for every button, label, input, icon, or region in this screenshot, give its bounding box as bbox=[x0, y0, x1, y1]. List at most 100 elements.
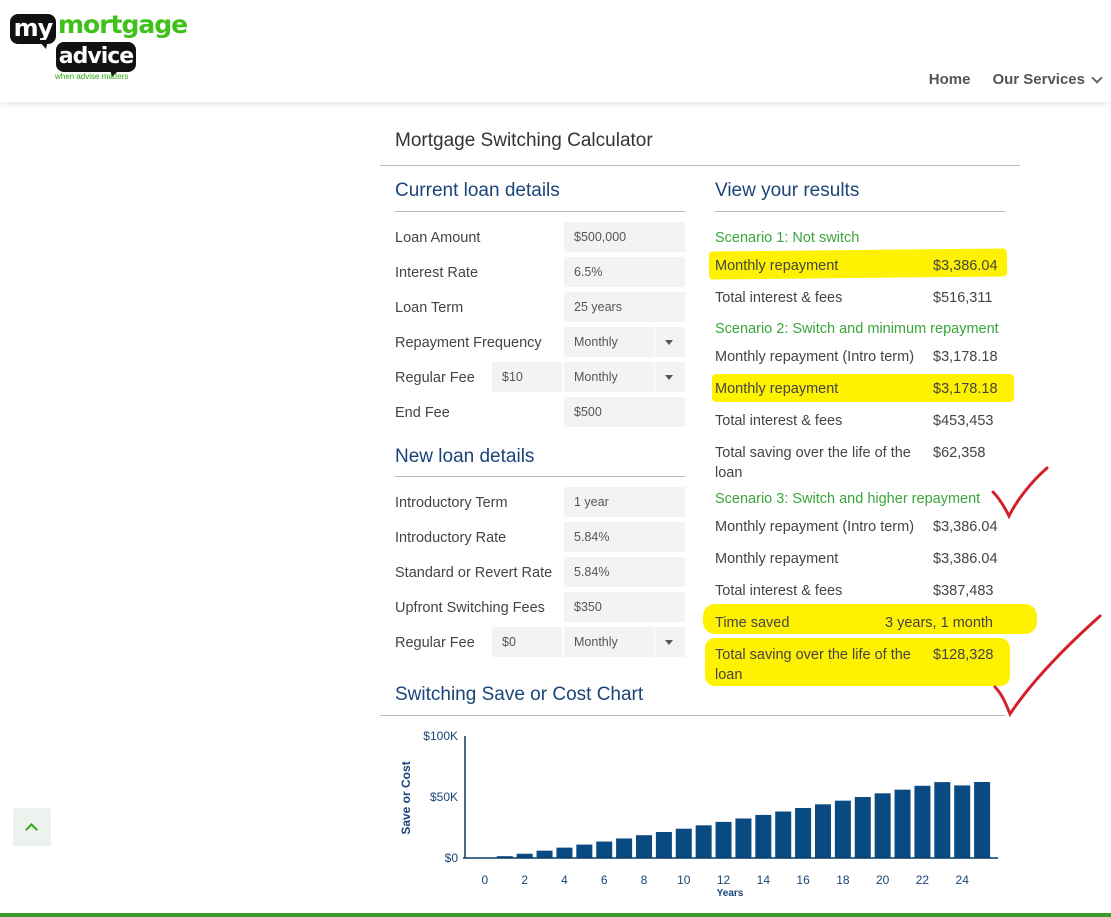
red-checkmark-icon bbox=[993, 614, 1102, 718]
s1-interest-value: $516,311 bbox=[933, 290, 993, 306]
x-tick-label: 22 bbox=[916, 873, 930, 887]
interest-rate-input[interactable]: 6.5% bbox=[564, 257, 685, 287]
chart-bar bbox=[894, 789, 911, 858]
chart-bar bbox=[795, 807, 812, 858]
x-tick-label: 14 bbox=[757, 873, 771, 887]
x-axis-label: Years bbox=[717, 888, 744, 899]
x-tick-label: 18 bbox=[836, 873, 850, 887]
revert-rate-input[interactable]: 5.84% bbox=[564, 557, 685, 587]
regular-fee-input[interactable]: $10 bbox=[492, 362, 562, 392]
intro-term-row: Introductory Term 1 year bbox=[395, 487, 685, 517]
x-tick-label: 6 bbox=[601, 873, 608, 887]
chart-bar bbox=[814, 804, 831, 858]
regular-fee-row: Regular Fee $10 Monthly bbox=[395, 362, 685, 392]
chart-bar bbox=[735, 818, 752, 858]
s3-interest-label: Total interest & fees bbox=[715, 583, 843, 599]
nav-home-label: Home bbox=[928, 71, 971, 88]
chart-bar bbox=[954, 785, 971, 858]
x-tick-label: 10 bbox=[677, 873, 691, 887]
chart-divider bbox=[380, 715, 1005, 716]
switching-fees-input[interactable]: $350 bbox=[564, 592, 685, 622]
y-tick-label: $0 bbox=[445, 851, 459, 865]
loan-amount-input[interactable]: $500,000 bbox=[564, 222, 685, 252]
s1-interest-label: Total interest & fees bbox=[715, 290, 843, 306]
loan-term-input[interactable]: 25 years bbox=[564, 292, 685, 322]
chart-bar bbox=[635, 835, 652, 858]
logo-advice: advice bbox=[56, 42, 136, 72]
nav-services-label: Our Services bbox=[992, 71, 1085, 88]
logo-my: my bbox=[10, 14, 56, 44]
regular-fee-frequency-value: Monthly bbox=[574, 370, 618, 384]
chart-bar bbox=[974, 781, 991, 858]
intro-rate-input[interactable]: 5.84% bbox=[564, 522, 685, 552]
new-regular-fee-input[interactable]: $0 bbox=[492, 627, 562, 657]
s1-monthly-value: $3,386.04 bbox=[933, 258, 998, 274]
interest-rate-row: Interest Rate 6.5% bbox=[395, 257, 685, 287]
chart-bar bbox=[874, 793, 891, 858]
nav-home[interactable]: Home bbox=[929, 71, 971, 88]
s3-monthly-value: $3,386.04 bbox=[933, 551, 998, 567]
results-title: View your results bbox=[715, 180, 860, 201]
nav-our-services[interactable]: Our Services bbox=[992, 71, 1103, 88]
scenario-1-heading: Scenario 1: Not switch bbox=[715, 230, 860, 246]
s2-intro-label: Monthly repayment (Intro term) bbox=[715, 349, 915, 365]
save-or-cost-bar-chart: Save or Cost Years 0 2 4 6 8 10 12 14 16 18 20 22 24… bbox=[399, 729, 998, 899]
switching-fees-row: Upfront Switching Fees $350 bbox=[395, 592, 685, 622]
end-fee-label: End Fee bbox=[395, 405, 450, 421]
chart-bar bbox=[755, 814, 772, 858]
s3-saving-label: Total saving over the life of the loan bbox=[715, 647, 911, 683]
chart-bar bbox=[596, 841, 613, 858]
chart-bar bbox=[655, 832, 672, 858]
y-tick-label: $50K bbox=[430, 790, 458, 804]
revert-rate-label: Standard or Revert Rate bbox=[395, 565, 553, 581]
repayment-frequency-select[interactable]: Monthly bbox=[564, 327, 685, 357]
x-tick-label: 12 bbox=[717, 873, 731, 887]
x-tick-label: 24 bbox=[956, 873, 970, 887]
repayment-frequency-value: Monthly bbox=[574, 335, 618, 349]
s3-intro-label: Monthly repayment (Intro term) bbox=[715, 519, 915, 535]
red-checkmark-icon bbox=[991, 466, 1049, 520]
chart-bar bbox=[854, 797, 871, 858]
repayment-frequency-label: Repayment Frequency bbox=[395, 335, 542, 351]
chart-bar bbox=[675, 828, 692, 858]
s3-time-label: Time saved bbox=[715, 615, 790, 631]
chart-bar bbox=[934, 782, 951, 858]
end-fee-input[interactable]: $500 bbox=[564, 397, 685, 427]
new-loan-divider bbox=[395, 476, 685, 477]
y-axis-label: Save or Cost bbox=[399, 761, 413, 834]
site-header: my mortgage advice when advise matters H… bbox=[0, 0, 1111, 102]
chart-bar bbox=[695, 825, 712, 858]
chevron-down-icon bbox=[1091, 71, 1103, 84]
revert-rate-row: Standard or Revert Rate 5.84% bbox=[395, 557, 685, 587]
chart-bar bbox=[775, 811, 792, 858]
regular-fee-label: Regular Fee bbox=[395, 370, 475, 386]
dropdown-arrow-icon bbox=[654, 627, 685, 657]
dropdown-arrow-icon bbox=[654, 327, 685, 357]
chart-title: Switching Save or Cost Chart bbox=[395, 684, 644, 705]
results-divider bbox=[715, 211, 1005, 212]
s3-saving-value: $128,328 bbox=[933, 647, 994, 663]
s3-time-value: 3 years, 1 month bbox=[885, 615, 993, 631]
footer-line bbox=[0, 913, 1111, 917]
intro-rate-label: Introductory Rate bbox=[395, 530, 507, 546]
scenario-3-heading: Scenario 3: Switch and higher repayment bbox=[715, 491, 981, 507]
new-regular-fee-row: Regular Fee $0 Monthly bbox=[395, 627, 685, 657]
new-regular-fee-frequency-value: Monthly bbox=[574, 635, 618, 649]
chart-bar bbox=[834, 800, 851, 858]
intro-term-input[interactable]: 1 year bbox=[564, 487, 685, 517]
brand-logo[interactable]: my mortgage advice when advise matters bbox=[10, 10, 188, 84]
current-loan-title: Current loan details bbox=[395, 180, 560, 201]
logo-tagline: when advise matters bbox=[55, 72, 129, 81]
intro-rate-row: Introductory Rate 5.84% bbox=[395, 522, 685, 552]
loan-term-row: Loan Term 25 years bbox=[395, 292, 685, 322]
s2-monthly-label: Monthly repayment bbox=[715, 381, 839, 397]
chart-bar bbox=[715, 821, 732, 858]
repayment-frequency-row: Repayment Frequency Monthly bbox=[395, 327, 685, 357]
regular-fee-frequency-select[interactable]: Monthly bbox=[564, 362, 685, 392]
new-regular-fee-label: Regular Fee bbox=[395, 635, 475, 651]
scroll-to-top-button[interactable] bbox=[13, 808, 51, 846]
logo-my-tail bbox=[38, 40, 48, 49]
new-regular-fee-frequency-select[interactable]: Monthly bbox=[564, 627, 685, 657]
s2-saving-label: Total saving over the life of the loan bbox=[715, 445, 911, 481]
interest-rate-label: Interest Rate bbox=[395, 265, 479, 281]
